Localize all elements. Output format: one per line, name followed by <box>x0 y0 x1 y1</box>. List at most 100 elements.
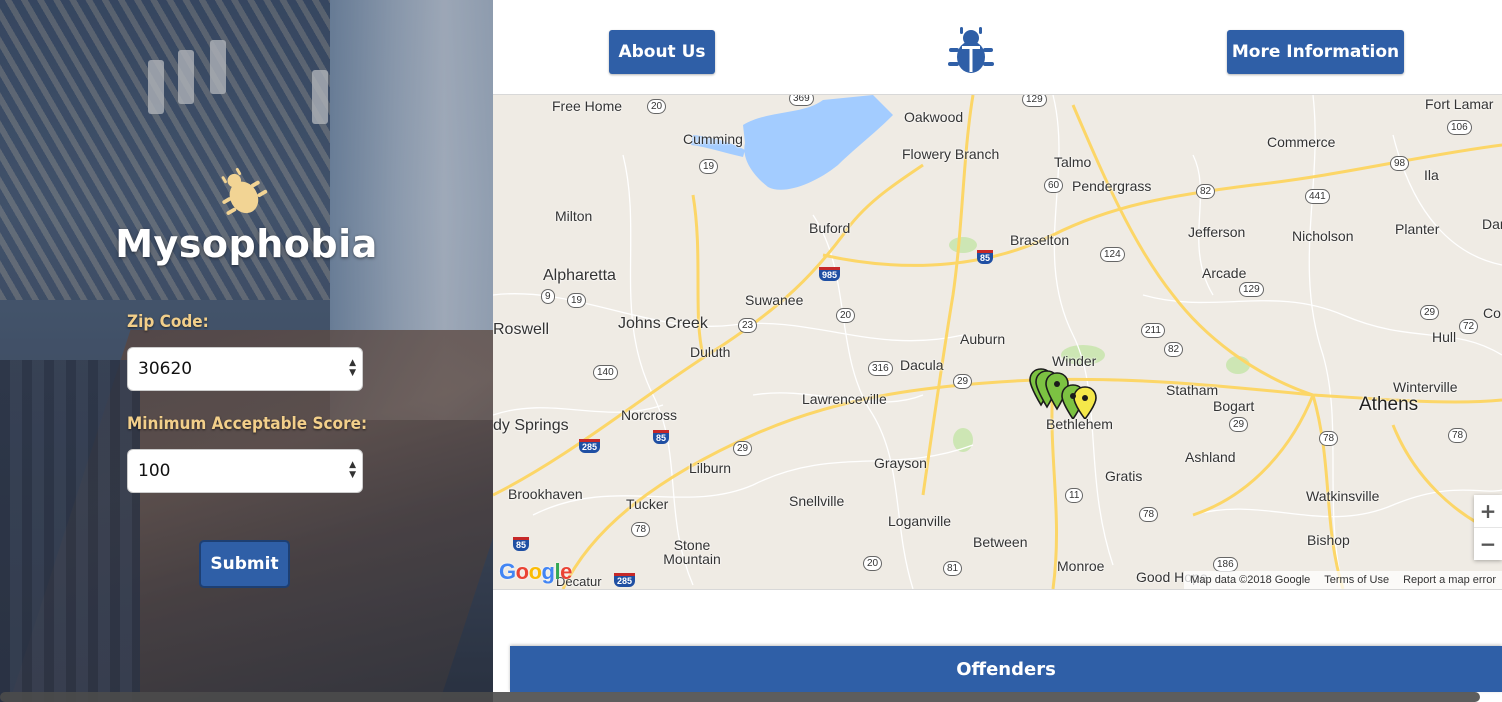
minimum-score-value: 100 <box>138 461 171 481</box>
state-route-shield: 20 <box>836 308 856 323</box>
state-route-shield: 11 <box>1065 488 1084 503</box>
state-route-shield: 29 <box>733 441 753 456</box>
search-panel: Mysophobia Zip Code: 30620 ▲ ▼ Minimum Ac… <box>0 0 493 702</box>
map-place-label: Tucker <box>626 496 669 512</box>
minimum-score-input[interactable]: 100 ▲ ▼ <box>127 449 363 493</box>
map-place-label: Bogart <box>1213 398 1255 414</box>
spinner-arrows-icon[interactable]: ▲ ▼ <box>349 358 356 378</box>
map-attribution: Map data ©2018 Google Terms of Use Repor… <box>1184 571 1502 589</box>
interstate-shield: 85 <box>653 430 670 444</box>
zoom-in-button[interactable]: + <box>1474 495 1502 527</box>
spinner-arrows-icon[interactable]: ▲ ▼ <box>349 460 356 480</box>
map-place-label: Suwanee <box>745 292 804 308</box>
horizontal-scrollbar[interactable] <box>0 692 1480 702</box>
map-place-label: Stone Mountain <box>663 537 721 567</box>
map-place-label: Arcade <box>1202 265 1247 281</box>
map-place-label: Auburn <box>960 331 1006 347</box>
map-place-label: Ila <box>1424 167 1439 183</box>
state-route-shield: 29 <box>1229 417 1249 432</box>
zoom-out-button[interactable]: − <box>1474 527 1502 560</box>
map-place-label: Winterville <box>1393 379 1458 395</box>
state-route-shield: 19 <box>567 293 587 308</box>
map-place-label: Hull <box>1432 329 1457 345</box>
google-logo: Google <box>499 559 572 584</box>
bug-icon <box>221 167 268 215</box>
map-place-label: Pendergrass <box>1072 178 1152 194</box>
zoom-control: + − <box>1474 495 1502 560</box>
map-place-label: Flowery Branch <box>902 146 1000 162</box>
map-place-label: Co <box>1483 305 1501 321</box>
state-route-shield: 129 <box>1022 95 1047 107</box>
map-place-label: Ashland <box>1185 449 1236 465</box>
map-place-label: Lawrenceville <box>802 391 887 407</box>
state-route-shield: 72 <box>1459 319 1479 334</box>
state-route-shield: 369 <box>789 95 814 106</box>
map-place-label: Snellville <box>789 493 845 509</box>
state-route-shield: 82 <box>1164 342 1184 357</box>
zip-code-value: 30620 <box>138 359 193 379</box>
map-place-label: Norcross <box>621 407 678 423</box>
map-place-label: Free Home <box>552 98 623 114</box>
state-route-shield: 316 <box>868 361 893 376</box>
state-route-shield: 78 <box>631 522 651 537</box>
map-place-label: Athens <box>1359 394 1419 415</box>
state-route-shield: 81 <box>943 561 963 576</box>
park <box>949 237 977 253</box>
map-place-label: Bishop <box>1307 532 1350 548</box>
submit-button[interactable]: Submit <box>199 540 290 588</box>
map-place-label: Braselton <box>1010 232 1070 248</box>
state-route-shield: 441 <box>1305 189 1330 204</box>
interstate-shield: 985 <box>819 267 841 281</box>
state-route-shield: 78 <box>1139 507 1159 522</box>
interstate-shield: 85 <box>513 537 530 551</box>
map-place-label: Lilburn <box>689 460 732 476</box>
map-place-label: Duluth <box>690 344 731 360</box>
state-route-shield: 20 <box>647 99 667 114</box>
map-place-label: Commerce <box>1267 134 1336 150</box>
terms-of-use-link[interactable]: Terms of Use <box>1324 574 1389 586</box>
state-route-shield: 20 <box>863 556 883 571</box>
state-route-shield: 29 <box>953 374 973 389</box>
more-information-button[interactable]: More Information <box>1227 30 1404 74</box>
state-route-shield: 78 <box>1319 431 1339 446</box>
state-route-shield: 186 <box>1213 557 1238 572</box>
bug-icon[interactable] <box>945 26 997 78</box>
state-route-shield: 140 <box>593 365 618 380</box>
results-panel: About Us More Information Free Home Oakw… <box>493 0 1502 702</box>
map-place-label: Statham <box>1166 382 1219 398</box>
app-title: Mysophobia <box>115 222 378 266</box>
map-place-label: Nicholson <box>1292 228 1354 244</box>
state-route-shield: 129 <box>1239 282 1264 297</box>
state-route-shield: 29 <box>1420 305 1440 320</box>
interstate-shield: 285 <box>614 573 636 587</box>
map-place-label: Roswell <box>493 321 550 338</box>
interstate-shield: 285 <box>579 439 601 453</box>
zip-code-label: Zip Code: <box>127 312 209 332</box>
map[interactable]: Free Home Oakwood Fort Lamar Commerce Il… <box>493 94 1502 590</box>
map-place-label: Loganville <box>888 513 952 529</box>
state-route-shield: 106 <box>1447 120 1472 135</box>
map-place-label: Planter <box>1395 221 1440 237</box>
offenders-button[interactable]: Offenders <box>510 646 1502 692</box>
report-map-error-link[interactable]: Report a map error <box>1403 574 1496 586</box>
zip-code-input[interactable]: 30620 ▲ ▼ <box>127 347 363 391</box>
map-place-label: Alpharetta <box>543 267 616 284</box>
about-us-button[interactable]: About Us <box>609 30 715 74</box>
state-route-shield: 78 <box>1448 428 1468 443</box>
map-place-label: Watkinsville <box>1306 488 1380 504</box>
map-place-label: Milton <box>555 208 593 224</box>
map-place-label: Oakwood <box>904 109 964 125</box>
map-place-label: Johns Creek <box>618 315 708 332</box>
state-route-shield: 23 <box>738 318 758 333</box>
map-place-label: Buford <box>809 220 851 236</box>
lake-lanier <box>743 95 893 190</box>
map-place-label: Danielsville <box>1482 216 1502 232</box>
map-place-label: Talmo <box>1054 154 1092 170</box>
map-place-label: Cumming <box>683 131 743 147</box>
state-route-shield: 211 <box>1141 323 1165 338</box>
map-place-label: dy Springs <box>493 417 569 434</box>
map-place-label: Monroe <box>1057 558 1105 574</box>
minimum-score-label: Minimum Acceptable Score: <box>127 414 368 434</box>
state-route-shield: 124 <box>1100 247 1125 262</box>
restaurant-markers[interactable] <box>1029 367 1099 419</box>
